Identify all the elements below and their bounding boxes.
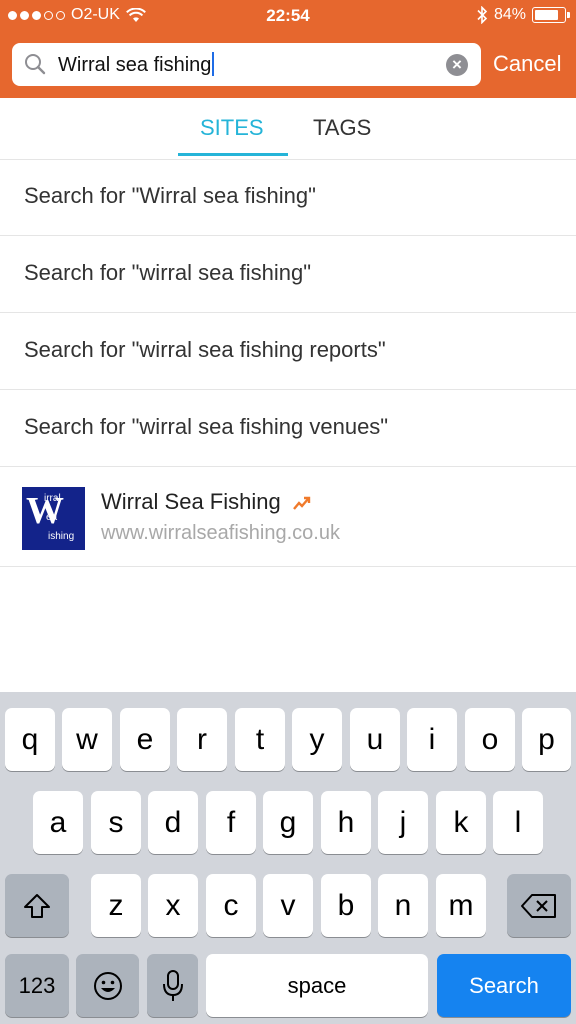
- key-l[interactable]: l: [493, 791, 543, 854]
- delete-key[interactable]: [507, 874, 571, 937]
- site-name: Wirral Sea Fishing: [101, 489, 311, 515]
- key-r[interactable]: r: [177, 708, 227, 771]
- active-tab-indicator: [178, 153, 288, 156]
- key-m[interactable]: m: [436, 874, 486, 937]
- key-t[interactable]: t: [235, 708, 285, 771]
- key-i[interactable]: i: [407, 708, 457, 771]
- key-o[interactable]: o: [465, 708, 515, 771]
- site-url: www.wirralseafishing.co.uk: [101, 522, 340, 544]
- tab-bar: SITES TAGS: [0, 98, 576, 160]
- key-d[interactable]: d: [148, 791, 198, 854]
- tab-tags[interactable]: TAGS: [313, 115, 371, 141]
- emoji-icon: [93, 971, 122, 1000]
- cancel-button[interactable]: Cancel: [493, 51, 561, 77]
- key-n[interactable]: n: [378, 874, 428, 937]
- shift-icon: [24, 893, 50, 918]
- emoji-key[interactable]: [76, 954, 139, 1017]
- space-key[interactable]: space: [206, 954, 428, 1017]
- search-input-value[interactable]: Wirral sea fishing: [58, 54, 211, 76]
- key-f[interactable]: f: [206, 791, 256, 854]
- key-a[interactable]: a: [33, 791, 83, 854]
- dictation-key[interactable]: [147, 954, 198, 1017]
- suggestion-item[interactable]: Search for "wirral sea fishing": [0, 236, 576, 313]
- tab-sites[interactable]: SITES: [200, 115, 264, 141]
- key-k[interactable]: k: [436, 791, 486, 854]
- key-s[interactable]: s: [91, 791, 141, 854]
- search-key[interactable]: Search: [437, 954, 571, 1017]
- key-g[interactable]: g: [263, 791, 313, 854]
- battery-percent: 84%: [493, 6, 526, 23]
- key-p[interactable]: p: [522, 708, 571, 771]
- search-icon: [25, 54, 46, 75]
- bluetooth-icon: [477, 6, 488, 24]
- clear-search-icon[interactable]: ×: [446, 54, 468, 76]
- key-c[interactable]: c: [206, 874, 256, 937]
- keyboard: q w e r t y u i o p a s d f g h j k l z …: [0, 692, 576, 1024]
- key-x[interactable]: x: [148, 874, 198, 937]
- suggestion-item[interactable]: Search for "Wirral sea fishing": [0, 159, 576, 236]
- key-u[interactable]: u: [350, 708, 400, 771]
- key-b[interactable]: b: [321, 874, 371, 937]
- status-bar: O2-UK 22:54 84%: [0, 0, 576, 32]
- text-cursor: [212, 52, 215, 76]
- site-logo: W irral ea ishing: [22, 487, 85, 550]
- trending-up-icon: [292, 496, 311, 510]
- microphone-icon: [162, 969, 183, 1001]
- key-h[interactable]: h: [321, 791, 371, 854]
- battery-icon: [532, 7, 570, 23]
- key-v[interactable]: v: [263, 874, 313, 937]
- key-w[interactable]: w: [62, 708, 112, 771]
- suggestion-item[interactable]: Search for "wirral sea fishing venues": [0, 390, 576, 467]
- key-y[interactable]: y: [292, 708, 342, 771]
- shift-key[interactable]: [5, 874, 69, 937]
- backspace-icon: [521, 893, 556, 918]
- search-field[interactable]: Wirral sea fishing ×: [12, 43, 481, 86]
- key-q[interactable]: q: [5, 708, 55, 771]
- key-z[interactable]: z: [91, 874, 141, 937]
- numbers-key[interactable]: 123: [5, 954, 69, 1017]
- header-bar: O2-UK 22:54 84% Wirral sea fishing × Can…: [0, 0, 576, 98]
- key-e[interactable]: e: [120, 708, 170, 771]
- key-j[interactable]: j: [378, 791, 428, 854]
- suggestion-item[interactable]: Search for "wirral sea fishing reports": [0, 313, 576, 390]
- site-result[interactable]: W irral ea ishing Wirral Sea Fishing www…: [0, 467, 576, 567]
